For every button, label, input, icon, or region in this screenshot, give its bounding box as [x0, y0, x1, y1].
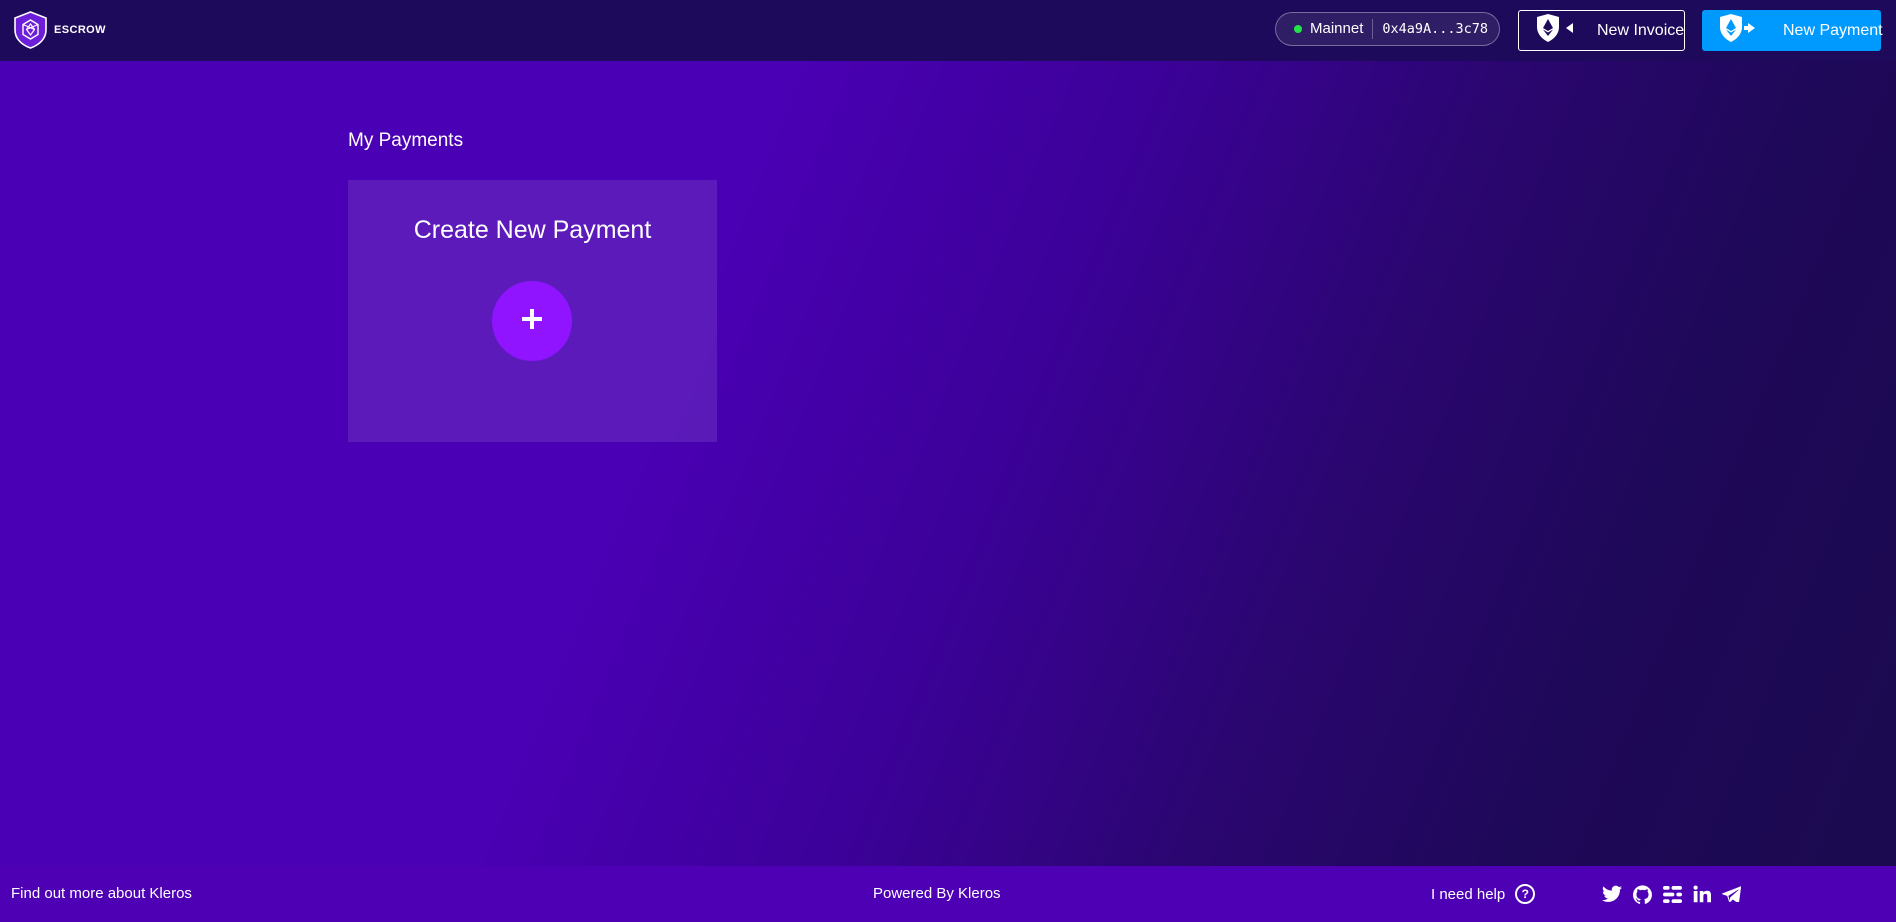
ethereum-arrow-out-icon [1718, 14, 1756, 47]
wallet-address: 0x4a9A...3c78 [1382, 21, 1489, 37]
help-label: I need help [1431, 885, 1506, 903]
top-navbar: ESCROW Mainnet 0x4a9A...3c78 New Invoice [0, 0, 1896, 61]
social-links [1602, 866, 1741, 922]
github-icon[interactable] [1633, 884, 1652, 904]
create-payment-title: Create New Payment [413, 216, 652, 244]
ethereum-arrow-in-icon [1535, 14, 1573, 47]
footer: Find out more about Kleros Powered By Kl… [0, 866, 1896, 922]
new-payment-label: New Payment [1783, 21, 1883, 39]
brand-logo[interactable]: ESCROW [13, 11, 106, 49]
kleros-shield-logo-icon [13, 11, 48, 49]
telegram-icon[interactable] [1722, 886, 1741, 902]
page-title: My Payments [348, 130, 464, 151]
network-account-indicator[interactable]: Mainnet 0x4a9A...3c78 [1275, 12, 1500, 46]
brand-name: ESCROW [54, 24, 106, 36]
new-invoice-button[interactable]: New Invoice [1518, 10, 1685, 51]
help-link[interactable]: I need help ? [1431, 866, 1536, 922]
network-status-dot [1294, 25, 1302, 33]
question-circle-icon: ? [1515, 884, 1536, 904]
plus-icon [520, 307, 544, 336]
new-payment-button[interactable]: New Payment [1702, 10, 1883, 51]
network-name: Mainnet [1310, 19, 1374, 39]
learn-more-link[interactable]: Find out more about Kleros [11, 866, 192, 922]
create-payment-button[interactable] [492, 281, 572, 361]
create-payment-card[interactable]: Create New Payment [348, 180, 717, 442]
twitter-icon[interactable] [1602, 885, 1622, 903]
slack-icon[interactable] [1663, 885, 1682, 904]
new-invoice-label: New Invoice [1597, 21, 1685, 39]
powered-by-text: Powered By Kleros [873, 885, 1001, 902]
linkedin-icon[interactable] [1693, 885, 1711, 903]
